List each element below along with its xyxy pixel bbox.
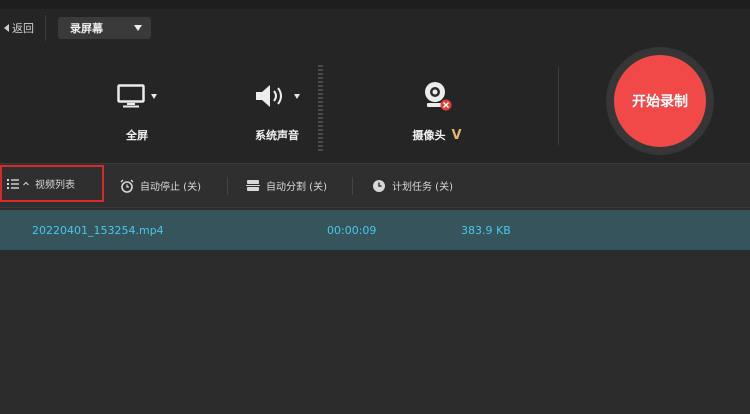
video-list-label: 视频列表 xyxy=(35,180,75,191)
chevron-down-icon xyxy=(134,25,142,31)
source-webcam-label: 摄像头 xyxy=(412,129,446,142)
toolbar-divider xyxy=(227,177,228,195)
clock-icon xyxy=(373,179,385,192)
chevron-up-icon xyxy=(23,181,29,186)
back-arrow-icon xyxy=(4,24,9,32)
file-duration: 00:00:09 xyxy=(327,224,377,237)
speaker-icon xyxy=(256,85,282,107)
record-button-ring: 开始录制 xyxy=(606,47,714,155)
video-file-list: 20220401_153254.mp4 00:00:09 383.9 KB xyxy=(0,208,750,414)
source-webcam[interactable]: 摄像头 V xyxy=(372,77,502,143)
source-fullscreen[interactable]: 全屏 xyxy=(82,77,192,143)
record-mode-value: 录屏幕 xyxy=(70,22,103,35)
options-toolbar: 视频列表 自动停止 (关) 自动分割 (关) 计划任务 (关) xyxy=(0,163,750,208)
table-row[interactable]: 20220401_153254.mp4 00:00:09 383.9 KB xyxy=(0,210,750,250)
toolbar-divider xyxy=(352,177,353,195)
schedule-task-label: 计划任务 (关) xyxy=(392,182,453,193)
audio-dropdown-icon[interactable] xyxy=(294,93,300,99)
volume-meter xyxy=(318,65,323,153)
source-fullscreen-label: 全屏 xyxy=(126,129,148,142)
header-divider xyxy=(45,15,46,41)
source-webcam-label-wrap: 摄像头 V xyxy=(372,127,502,143)
start-record-button[interactable]: 开始录制 xyxy=(614,55,706,147)
file-name: 20220401_153254.mp4 xyxy=(32,224,164,237)
list-icon xyxy=(7,178,19,189)
file-size: 383.9 KB xyxy=(461,224,511,237)
auto-stop-button[interactable]: 自动停止 (关) xyxy=(120,164,201,207)
source-system-audio-label: 系统声音 xyxy=(255,129,299,142)
monitor-icon xyxy=(117,84,145,108)
back-label: 返回 xyxy=(12,22,34,35)
auto-split-button[interactable]: 自动分割 (关) xyxy=(246,164,327,207)
vip-badge: V xyxy=(451,128,462,143)
record-mode-select[interactable]: 录屏幕 xyxy=(58,17,151,39)
record-divider xyxy=(558,67,559,145)
fullscreen-dropdown-icon[interactable] xyxy=(151,93,157,99)
alarm-clock-icon xyxy=(120,179,134,193)
video-list-button[interactable]: 视频列表 xyxy=(0,165,104,202)
auto-stop-label: 自动停止 (关) xyxy=(140,182,201,193)
webcam-icon xyxy=(425,82,452,111)
back-button[interactable]: 返回 xyxy=(4,20,34,36)
top-panel: 返回 录屏幕 全屏 系统声音 摄像头 V 开始录制 xyxy=(0,0,750,163)
schedule-task-button[interactable]: 计划任务 (关) xyxy=(372,164,453,207)
auto-split-label: 自动分割 (关) xyxy=(266,182,327,193)
source-system-audio[interactable]: 系统声音 xyxy=(222,77,332,143)
split-icon xyxy=(246,180,260,191)
